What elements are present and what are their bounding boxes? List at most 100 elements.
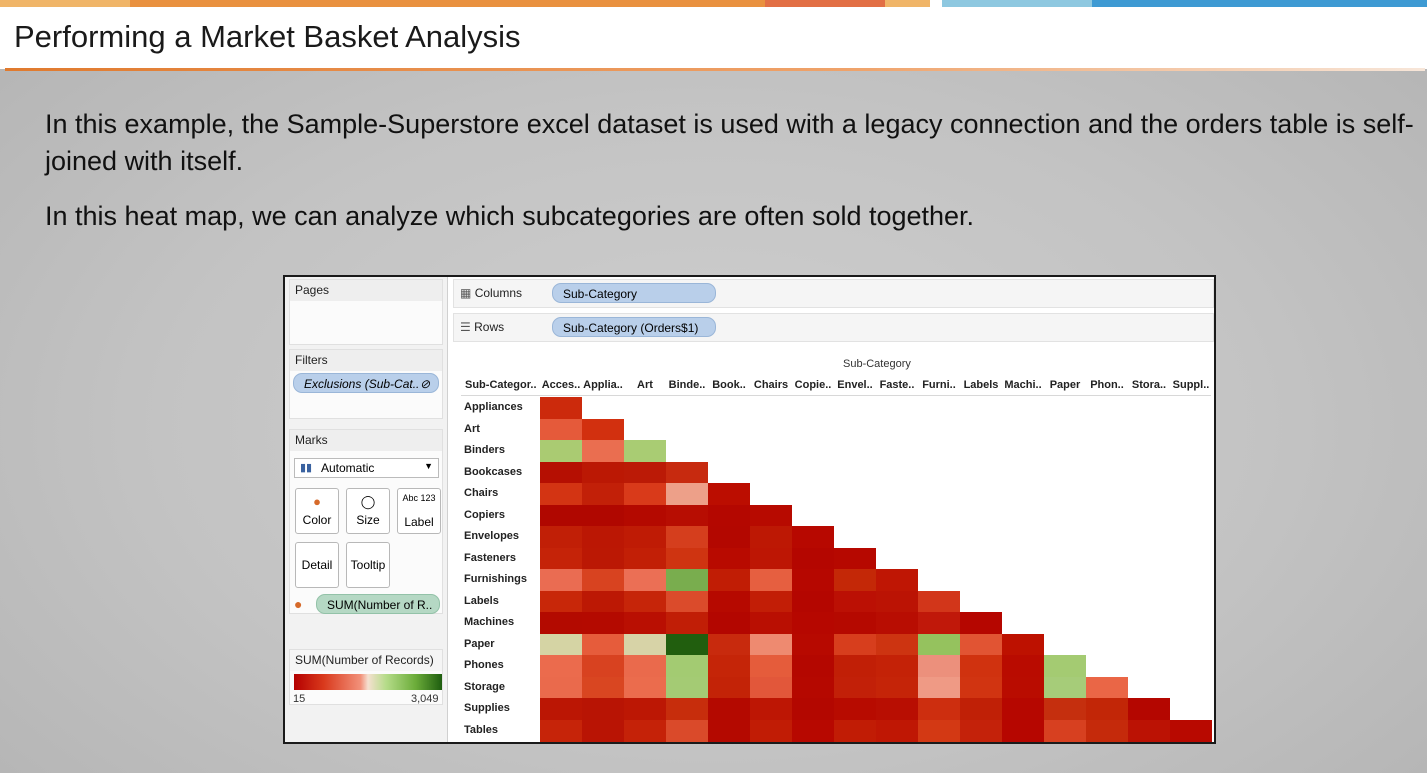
heatmap-cell[interactable] [750, 504, 792, 527]
heatmap-cell[interactable] [708, 504, 750, 527]
heatmap-cell[interactable] [750, 569, 792, 591]
heatmap-cell[interactable] [666, 504, 708, 527]
heatmap-cell[interactable] [1044, 676, 1086, 699]
heatmap-cell[interactable] [624, 612, 666, 634]
heatmap-cell[interactable] [1128, 719, 1170, 742]
heatmap-cell[interactable] [876, 719, 918, 742]
heatmap-cell[interactable] [750, 633, 792, 656]
columns-pill[interactable]: Sub-Category [552, 283, 716, 303]
heatmap-cell[interactable] [540, 612, 582, 634]
heatmap-cell[interactable] [540, 719, 582, 742]
heatmap-cell[interactable] [960, 633, 1002, 656]
heatmap-cell[interactable] [624, 504, 666, 527]
heatmap-cell[interactable] [750, 526, 792, 548]
heatmap-cell[interactable] [1002, 698, 1044, 720]
heatmap-cell[interactable] [624, 483, 666, 505]
heatmap-cell[interactable] [540, 633, 582, 656]
heatmap-cell[interactable] [918, 590, 960, 613]
heatmap-cell[interactable] [792, 590, 834, 613]
heatmap-cell[interactable] [960, 612, 1002, 634]
heatmap-cell[interactable] [540, 397, 582, 419]
columns-shelf[interactable]: ▦ Columns Sub-Category [453, 279, 1214, 308]
heatmap-cell[interactable] [624, 633, 666, 656]
heatmap-cell[interactable] [582, 655, 624, 677]
heatmap-cell[interactable] [708, 547, 750, 570]
heatmap-cell[interactable] [666, 569, 708, 591]
heatmap-cell[interactable] [1086, 676, 1128, 699]
heatmap-cell[interactable] [540, 440, 582, 462]
heatmap-cell[interactable] [624, 547, 666, 570]
heatmap-cell[interactable] [876, 569, 918, 591]
heatmap-cell[interactable] [624, 440, 666, 462]
heatmap-cell[interactable] [750, 676, 792, 699]
tooltip-button[interactable]: Tooltip [346, 542, 390, 588]
heatmap-cell[interactable] [708, 655, 750, 677]
heatmap-cell[interactable] [708, 569, 750, 591]
heatmap-cell[interactable] [624, 698, 666, 720]
heatmap-cell[interactable] [1044, 719, 1086, 742]
heatmap-cell[interactable] [918, 655, 960, 677]
heatmap-cell[interactable] [582, 461, 624, 484]
heatmap-cell[interactable] [792, 655, 834, 677]
heatmap-cell[interactable] [666, 612, 708, 634]
heatmap-cell[interactable] [540, 698, 582, 720]
heatmap-cell[interactable] [792, 719, 834, 742]
rows-pill[interactable]: Sub-Category (Orders$1) [552, 317, 716, 337]
heatmap-cell[interactable] [582, 590, 624, 613]
heatmap-cell[interactable] [666, 676, 708, 699]
heatmap-cell[interactable] [708, 676, 750, 699]
heatmap-cell[interactable] [876, 655, 918, 677]
heatmap-cell[interactable] [540, 590, 582, 613]
heatmap-cell[interactable] [582, 612, 624, 634]
heatmap-cell[interactable] [834, 676, 876, 699]
heatmap-cell[interactable] [792, 569, 834, 591]
heatmap-cell[interactable] [582, 483, 624, 505]
heatmap-cell[interactable] [1044, 698, 1086, 720]
label-button[interactable]: Abc 123 Label [397, 488, 441, 534]
heatmap-cell[interactable] [918, 612, 960, 634]
heatmap-cell[interactable] [834, 655, 876, 677]
heatmap-cell[interactable] [582, 719, 624, 742]
heatmap-cell[interactable] [666, 461, 708, 484]
heatmap-cell[interactable] [624, 590, 666, 613]
heatmap-cell[interactable] [918, 633, 960, 656]
heatmap-cell[interactable] [792, 633, 834, 656]
heatmap-cell[interactable] [582, 569, 624, 591]
heatmap-cell[interactable] [624, 676, 666, 699]
heatmap-cell[interactable] [708, 633, 750, 656]
heatmap-cell[interactable] [582, 418, 624, 441]
filter-options-icon[interactable]: ⊘ [420, 374, 430, 392]
heatmap-cell[interactable] [960, 655, 1002, 677]
heatmap-cell[interactable] [540, 569, 582, 591]
size-button[interactable]: ◯ Size [346, 488, 390, 534]
heatmap-cell[interactable] [918, 676, 960, 699]
heatmap-cell[interactable] [834, 569, 876, 591]
heatmap-cell[interactable] [876, 612, 918, 634]
heatmap-cell[interactable] [1044, 655, 1086, 677]
heatmap-cell[interactable] [540, 676, 582, 699]
heatmap-cell[interactable] [834, 612, 876, 634]
heatmap-cell[interactable] [960, 676, 1002, 699]
heatmap-cell[interactable] [540, 461, 582, 484]
heatmap-cell[interactable] [582, 633, 624, 656]
heatmap-cell[interactable] [624, 461, 666, 484]
heatmap-cell[interactable] [1086, 719, 1128, 742]
measure-pill[interactable]: SUM(Number of R.. [316, 594, 440, 614]
heatmap-cell[interactable] [708, 719, 750, 742]
heatmap-cell[interactable] [708, 698, 750, 720]
heatmap-cell[interactable] [834, 547, 876, 570]
heatmap-cell[interactable] [624, 655, 666, 677]
heatmap-cell[interactable] [750, 719, 792, 742]
heatmap-cell[interactable] [666, 698, 708, 720]
heatmap-cell[interactable] [750, 612, 792, 634]
rows-shelf[interactable]: ☰ Rows Sub-Category (Orders$1) [453, 313, 1214, 342]
heatmap-cell[interactable] [708, 590, 750, 613]
heatmap-cell[interactable] [540, 504, 582, 527]
heatmap-cell[interactable] [708, 526, 750, 548]
heatmap-cell[interactable] [876, 676, 918, 699]
heatmap-cell[interactable] [540, 418, 582, 441]
heatmap-cell[interactable] [792, 676, 834, 699]
heatmap-cell[interactable] [540, 547, 582, 570]
heatmap-cell[interactable] [540, 655, 582, 677]
heatmap-cell[interactable] [624, 569, 666, 591]
